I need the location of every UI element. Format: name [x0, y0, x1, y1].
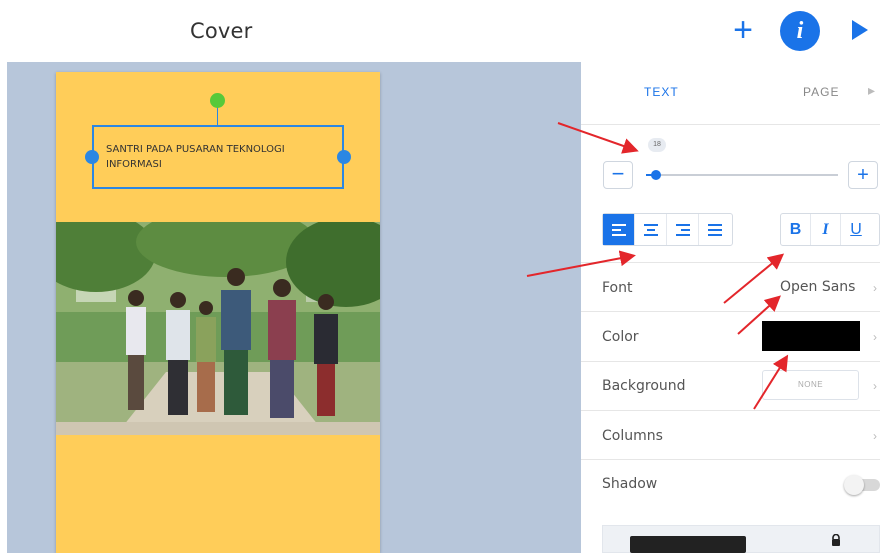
align-justify-icon	[708, 223, 722, 236]
color-label: Color	[602, 329, 639, 345]
divider	[581, 459, 880, 460]
play-button[interactable]	[852, 20, 868, 40]
align-center-button[interactable]	[635, 214, 667, 245]
font-size-slider-thumb[interactable]	[650, 170, 661, 180]
divider	[581, 311, 880, 312]
font-size-bubble: 18	[648, 138, 666, 152]
align-right-button[interactable]	[667, 214, 699, 245]
page-title: Cover	[190, 19, 253, 43]
tab-text[interactable]: TEXT	[644, 85, 679, 99]
align-right-icon	[675, 223, 690, 236]
decrease-font-size-button[interactable]: −	[603, 161, 633, 189]
add-button[interactable]: +	[728, 11, 758, 49]
app-root: Cover + i SANTRI PADA PUSARAN TEKNOLOGI …	[0, 0, 880, 553]
text-style-group: B I U	[780, 213, 880, 246]
align-center-icon	[643, 223, 658, 236]
divider	[581, 124, 880, 125]
align-left-icon	[611, 223, 626, 236]
text-box-content[interactable]: SANTRI PADA PUSARAN TEKNOLOGI INFORMASI	[106, 142, 336, 172]
lock-icon[interactable]	[830, 534, 842, 546]
columns-label: Columns	[602, 428, 663, 444]
underline-button[interactable]: U	[841, 214, 871, 245]
shadow-label: Shadow	[602, 476, 658, 492]
background-color-picker[interactable]: NONE	[762, 370, 859, 400]
divider	[581, 361, 880, 362]
cover-photo[interactable]	[56, 222, 380, 435]
rotate-handle[interactable]	[210, 93, 225, 108]
chevron-right-icon: ›	[873, 379, 877, 393]
info-icon: i	[796, 18, 804, 44]
align-left-button[interactable]	[603, 214, 635, 245]
resize-handle-right[interactable]	[337, 150, 351, 164]
plus-icon: +	[733, 11, 753, 49]
chevron-right-icon: ›	[873, 330, 877, 344]
divider	[581, 410, 880, 411]
info-button[interactable]: i	[780, 11, 820, 51]
font-size-slider[interactable]	[646, 174, 838, 176]
font-label: Font	[602, 280, 633, 296]
font-family-select[interactable]: Open Sans	[780, 279, 855, 295]
shadow-toggle-knob[interactable]	[844, 475, 864, 495]
text-color-swatch[interactable]	[762, 321, 860, 351]
chevron-right-icon: ›	[873, 429, 877, 443]
resize-handle-left[interactable]	[85, 150, 99, 164]
alignment-group	[602, 213, 733, 246]
layer-icon[interactable]	[630, 536, 746, 553]
divider	[581, 262, 880, 263]
more-tab-icon[interactable]: ▸	[868, 82, 876, 99]
tab-page[interactable]: PAGE	[803, 85, 839, 99]
chevron-right-icon: ›	[873, 281, 877, 295]
align-justify-button[interactable]	[699, 214, 731, 245]
background-label: Background	[602, 378, 686, 394]
bold-button[interactable]: B	[781, 214, 811, 245]
increase-font-size-button[interactable]: +	[848, 161, 878, 189]
italic-button[interactable]: I	[811, 214, 841, 245]
